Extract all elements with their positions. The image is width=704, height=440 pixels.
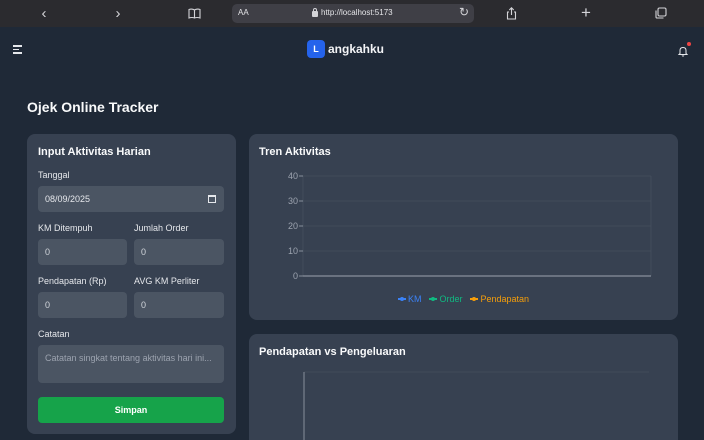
trend-y-tick-label: 30	[288, 196, 298, 206]
page-title: Ojek Online Tracker	[27, 99, 159, 115]
app-header: L angkahku	[0, 27, 704, 72]
menu-icon[interactable]	[13, 45, 23, 54]
share-icon[interactable]	[503, 3, 519, 23]
legend-swatch	[429, 297, 438, 301]
income-expense-card: Pendapatan vs Pengeluaran	[249, 334, 678, 440]
trend-chart-card: Tren Aktivitas 0 10 20 30 40 KM Order Pendapat…	[249, 134, 678, 320]
tabs-overview-icon[interactable]	[653, 3, 669, 23]
orders-label: Jumlah Order	[134, 223, 189, 233]
date-input[interactable]: 08/09/2025	[38, 186, 224, 212]
date-value: 08/09/2025	[45, 194, 91, 204]
calendar-icon[interactable]	[208, 195, 216, 203]
km-input[interactable]: 0	[38, 239, 127, 265]
app-logo[interactable]: L angkahku	[307, 40, 384, 58]
trend-y-tick-label: 20	[288, 221, 298, 231]
reload-icon[interactable]: ↻	[459, 5, 469, 19]
logo-mark: L	[307, 40, 325, 58]
form-title: Input Aktivitas Harian	[38, 146, 151, 158]
logo-text: angkahku	[328, 42, 385, 56]
legend-item[interactable]: Pendapatan	[470, 294, 529, 304]
km-label: KM Ditempuh	[38, 223, 93, 233]
date-label: Tanggal	[38, 170, 70, 180]
browser-toolbar: ‹ › AA http://localhost:5173 ↻ +	[0, 0, 704, 27]
text-size-button[interactable]: AA	[238, 8, 249, 17]
income-label: Pendapatan (Rp)	[38, 276, 107, 286]
notes-textarea[interactable]: Catatan singkat tentang aktivitas hari i…	[38, 345, 224, 383]
new-tab-icon[interactable]: +	[578, 3, 594, 23]
avg-km-label: AVG KM Perliter	[134, 276, 200, 286]
orders-input[interactable]: 0	[134, 239, 224, 265]
legend-label: KM	[407, 294, 422, 304]
trend-y-tick-label: 10	[288, 246, 298, 256]
back-icon[interactable]: ‹	[36, 3, 52, 23]
notification-dot	[687, 42, 691, 46]
income-expense-chart	[303, 371, 649, 440]
bookmarks-icon[interactable]	[185, 3, 203, 23]
trend-legend: KM Order Pendapatan	[249, 294, 678, 304]
input-form-card: Input Aktivitas Harian Tanggal 08/09/202…	[27, 134, 236, 434]
trend-y-tick-label: 40	[288, 171, 298, 181]
legend-label: Pendapatan	[480, 294, 530, 304]
url-text: http://localhost:5173	[321, 8, 393, 17]
avg-km-input[interactable]: 0	[134, 292, 224, 318]
notes-label: Catatan	[38, 329, 70, 339]
legend-label: Order	[439, 294, 463, 304]
legend-swatch	[397, 297, 406, 301]
save-button[interactable]: Simpan	[38, 397, 224, 423]
trend-chart: 0 10 20 30 40	[288, 171, 652, 281]
legend-item[interactable]: KM	[397, 294, 422, 304]
bell-icon[interactable]	[677, 42, 691, 57]
legend-item[interactable]: Order	[429, 294, 462, 304]
lock-icon	[312, 7, 318, 17]
address-bar[interactable]: AA http://localhost:5173 ↻	[232, 4, 474, 23]
trend-y-tick-label: 0	[293, 271, 298, 281]
legend-swatch	[470, 297, 479, 301]
income-input[interactable]: 0	[38, 292, 127, 318]
forward-icon[interactable]: ›	[110, 3, 126, 23]
